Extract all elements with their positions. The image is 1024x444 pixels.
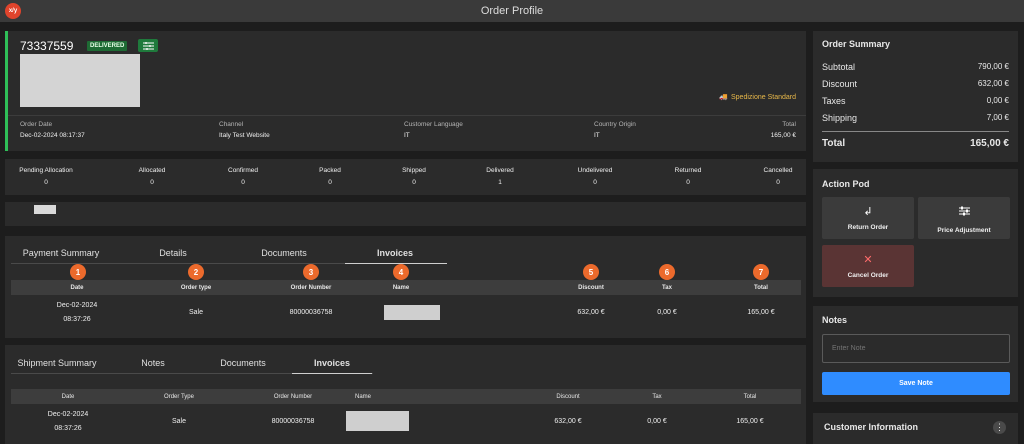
- order-field-total: Total 165,00 €: [770, 121, 796, 139]
- col-discount: Discount: [578, 285, 604, 291]
- tab-documents[interactable]: Documents: [244, 248, 324, 258]
- summary-discount: Discount 632,00 €: [822, 79, 1009, 89]
- row-name-redacted: [384, 305, 440, 320]
- tab-details[interactable]: Details: [139, 248, 207, 258]
- ship-col-total: Total: [743, 394, 757, 400]
- ship-col-order-type: Order Type: [164, 394, 194, 400]
- return-arrow-icon: ↲: [863, 206, 873, 218]
- col-date: Date: [70, 285, 84, 291]
- order-header-panel: 73337559 DELIVERED 🚚 Spedizione Standard…: [5, 31, 806, 151]
- row-date-line1: Dec-02-2024: [56, 302, 98, 309]
- col-name: Name: [392, 285, 410, 291]
- more-options-icon[interactable]: ⋮: [993, 421, 1006, 434]
- summary-shipping: Shipping 7,00 €: [822, 113, 1009, 123]
- shipping-method: 🚚 Spedizione Standard: [719, 93, 796, 102]
- tab-invoices-active-indicator: [345, 263, 447, 264]
- col-tax: Tax: [662, 285, 672, 291]
- status-pending-allocation: Pending Allocation 0: [19, 167, 73, 186]
- status-confirmed: Confirmed 0: [228, 167, 258, 186]
- page-title: Order Profile: [480, 5, 544, 17]
- tag-strip-panel: [5, 202, 806, 226]
- ship-col-date: Date: [61, 394, 75, 400]
- status-cancelled: Cancelled 0: [763, 167, 793, 186]
- col-total: Total: [754, 285, 768, 291]
- return-order-button[interactable]: ↲ Return Order: [822, 197, 914, 239]
- col-order-number: Order Number: [290, 285, 332, 291]
- order-summary-title: Order Summary: [822, 39, 891, 49]
- status-returned: Returned 0: [674, 167, 702, 186]
- order-meta-divider: [8, 115, 806, 116]
- ship-col-tax: Tax: [652, 394, 662, 400]
- status-allocated: Allocated 0: [138, 167, 166, 186]
- column-marker-7: 7: [753, 264, 769, 280]
- table-row[interactable]: Dec-02-2024 08:37:26 Sale 80000036758 63…: [11, 405, 801, 439]
- summary-subtotal: Subtotal 790,00 €: [822, 62, 1009, 72]
- tab-payment-summary[interactable]: Payment Summary: [11, 248, 111, 258]
- column-marker-5: 5: [583, 264, 599, 280]
- title-bar: x/y Order Profile: [0, 0, 1024, 22]
- column-marker-4: 4: [393, 264, 409, 280]
- column-marker-2: 2: [188, 264, 204, 280]
- order-field-date: Order Date Dec-02-2024 08:17:37: [20, 121, 85, 139]
- ship-col-name: Name: [354, 394, 371, 400]
- status-shipped: Shipped 0: [402, 167, 426, 186]
- filter-icon[interactable]: [138, 39, 158, 52]
- ship-row-name-redacted: [346, 411, 409, 431]
- tab-invoices[interactable]: Invoices: [345, 248, 445, 258]
- close-icon: ✕: [863, 254, 873, 266]
- notes-title: Notes: [822, 315, 848, 325]
- price-adjustment-button[interactable]: Price Adjustment: [918, 197, 1010, 239]
- sliders-icon: [958, 203, 970, 221]
- status-badge: DELIVERED: [87, 41, 128, 51]
- ship-row-discount: 632,00 €: [554, 418, 582, 425]
- action-pod-title: Action Pod: [822, 179, 870, 189]
- column-marker-1: 1: [70, 264, 86, 280]
- order-number: 73337559: [20, 39, 74, 53]
- ship-row-total: 165,00 €: [736, 418, 764, 425]
- cancel-order-button[interactable]: ✕ Cancel Order: [822, 245, 914, 287]
- summary-total: Total 165,00 €: [822, 138, 1009, 149]
- note-input[interactable]: [822, 334, 1010, 363]
- row-discount: 632,00 €: [577, 309, 605, 316]
- column-marker-6: 6: [659, 264, 675, 280]
- truck-icon: 🚚: [719, 94, 728, 101]
- customer-info-title: Customer Information: [824, 422, 919, 432]
- col-order-type: Order type: [180, 285, 212, 291]
- order-field-country: Country Origin IT: [594, 121, 636, 139]
- summary-taxes: Taxes 0,00 €: [822, 96, 1009, 106]
- save-note-button[interactable]: Save Note: [822, 372, 1010, 395]
- payment-panel: Payment Summary Details Documents Invoic…: [5, 236, 806, 338]
- ship-col-discount: Discount: [556, 394, 580, 400]
- customer-address-block: [20, 54, 140, 107]
- tab-shipment-invoices[interactable]: Invoices: [292, 358, 372, 368]
- ship-row-date-line2: 08:37:26: [54, 425, 82, 432]
- summary-divider: [822, 131, 1009, 132]
- order-field-language: Customer Language IT: [404, 121, 463, 139]
- tag-chip[interactable]: [34, 205, 56, 214]
- ship-row-order-number: 80000036758: [271, 418, 315, 425]
- table-row[interactable]: Dec-02-2024 08:37:26 Sale 80000036758 63…: [11, 296, 801, 328]
- tab-shipment-invoices-active-indicator: [292, 373, 372, 374]
- tab-notes[interactable]: Notes: [123, 358, 183, 368]
- row-order-type: Sale: [188, 309, 203, 316]
- tab-shipment-summary[interactable]: Shipment Summary: [11, 358, 103, 368]
- ship-row-tax: 0,00 €: [647, 418, 667, 425]
- ship-row-order-type: Sale: [171, 418, 186, 425]
- order-field-channel: Channel Italy Test Website: [219, 121, 270, 139]
- status-counts-panel: Pending Allocation 0 Allocated 0 Confirm…: [5, 159, 806, 195]
- ship-row-date-line1: Dec-02-2024: [47, 411, 89, 418]
- app-logo[interactable]: x/y: [5, 3, 21, 19]
- status-delivered: Delivered 1: [486, 167, 514, 186]
- row-tax: 0,00 €: [657, 309, 677, 316]
- shipment-panel: Shipment Summary Notes Documents Invoice…: [5, 345, 806, 444]
- row-order-number: 80000036758: [289, 309, 333, 316]
- column-marker-3: 3: [303, 264, 319, 280]
- ship-col-order-number: Order Number: [273, 394, 313, 400]
- row-total: 165,00 €: [747, 309, 775, 316]
- tab-shipment-documents[interactable]: Documents: [203, 358, 283, 368]
- row-date-line2: 08:37:26: [63, 316, 91, 323]
- status-undelivered: Undelivered 0: [577, 167, 613, 186]
- status-packed: Packed 0: [319, 167, 341, 186]
